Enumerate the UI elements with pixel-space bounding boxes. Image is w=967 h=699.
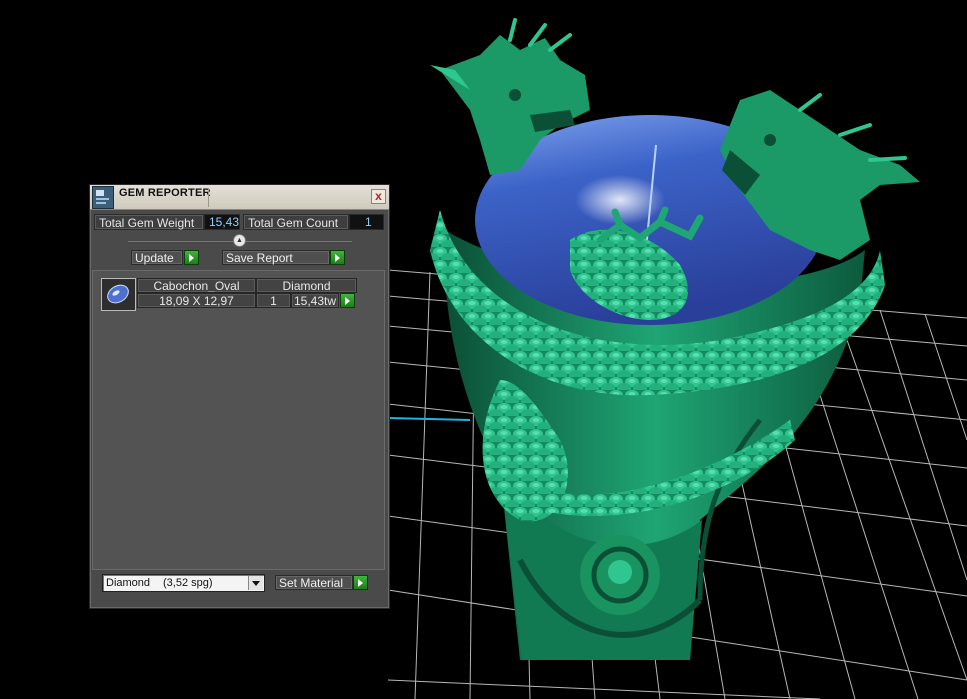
material-select[interactable]: Diamond (3,52 spg)	[102, 574, 265, 592]
axis-line	[387, 417, 471, 421]
panel-title: GEM REPORTER	[119, 187, 211, 199]
gem-reporter-icon	[92, 186, 114, 209]
gem-row-go-icon[interactable]	[340, 293, 355, 308]
total-gem-count-label: Total Gem Count	[243, 214, 349, 230]
gem-weight-cell: 15,43tw	[291, 293, 339, 308]
cabochon-oval-gem-icon[interactable]	[101, 278, 136, 311]
gem-list: Cabochon_Oval Diamond 18,09 X 12,97 1 15…	[92, 270, 385, 570]
gem-size-cell: 18,09 X 12,97	[137, 293, 256, 308]
total-gem-weight-value: 15,43	[204, 214, 240, 230]
save-report-button[interactable]: Save Report	[222, 250, 330, 265]
gem-count-cell: 1	[256, 293, 291, 308]
gem-material-cell: Diamond	[256, 278, 357, 293]
close-icon[interactable]: x	[371, 189, 386, 204]
titlebar-separator	[208, 188, 209, 207]
update-go-icon[interactable]	[184, 250, 199, 265]
set-material-go-icon[interactable]	[353, 575, 368, 590]
dragon-ring-model[interactable]	[430, 18, 920, 660]
material-select-spg: (3,52 spg)	[163, 577, 213, 589]
gem-reporter-panel: GEM REPORTER x Total Gem Weight 15,43 To…	[89, 184, 390, 609]
chevron-down-icon[interactable]	[248, 576, 263, 590]
total-gem-weight-label: Total Gem Weight	[94, 214, 204, 230]
save-report-go-icon[interactable]	[330, 250, 345, 265]
collapse-up-icon[interactable]: ▲	[233, 234, 246, 247]
update-button[interactable]: Update	[131, 250, 183, 265]
total-gem-count-value: 1	[349, 214, 384, 230]
gem-shape-cell: Cabochon_Oval	[137, 278, 256, 293]
panel-titlebar[interactable]: GEM REPORTER x	[90, 185, 389, 210]
set-material-button[interactable]: Set Material	[275, 575, 353, 590]
material-select-name: Diamond	[106, 577, 151, 589]
